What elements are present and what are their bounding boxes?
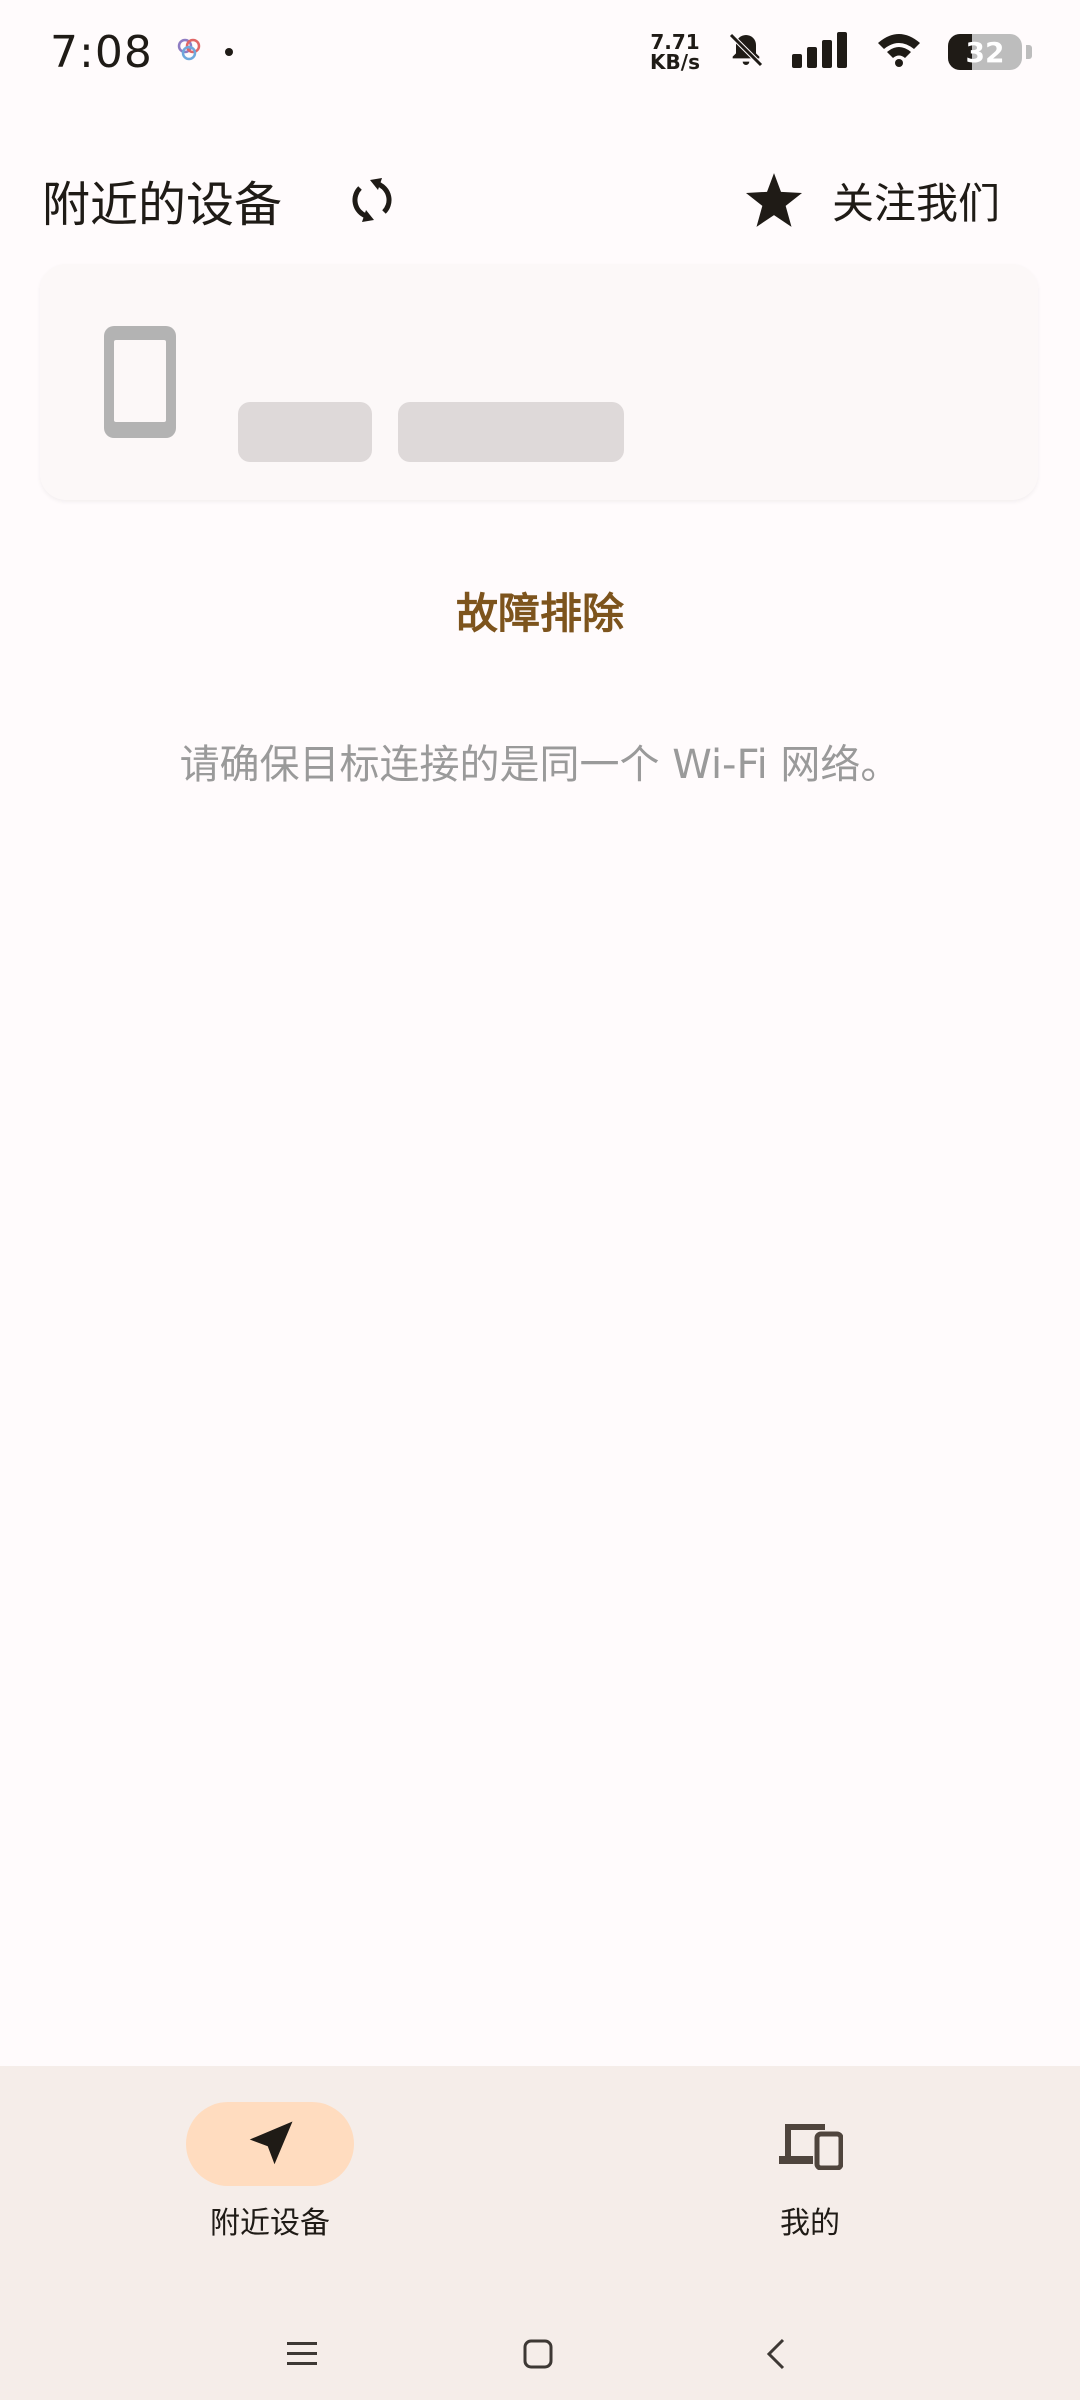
app-notification-icon bbox=[175, 36, 203, 68]
refresh-button[interactable] bbox=[340, 168, 404, 232]
network-speed-value: 7.71 bbox=[650, 30, 700, 54]
page-title: 附近的设备 bbox=[42, 177, 283, 233]
home-button[interactable] bbox=[508, 2334, 568, 2374]
troubleshoot-link[interactable]: 故障排除 bbox=[0, 580, 1080, 641]
bottom-navigation: 附近设备 我的 bbox=[0, 2066, 1080, 2400]
network-speed-unit: KB/s bbox=[650, 50, 700, 74]
battery-indicator: 32 bbox=[948, 34, 1022, 70]
smartphone-icon bbox=[104, 326, 176, 438]
wifi-icon bbox=[876, 32, 922, 72]
status-right: 7.71 KB/s 32 bbox=[650, 30, 1032, 74]
nav-item-mine[interactable]: 我的 bbox=[660, 2102, 960, 2242]
notification-dot bbox=[224, 48, 233, 56]
refresh-icon bbox=[352, 178, 392, 222]
follow-us-button[interactable]: 关注我们 bbox=[745, 170, 1038, 231]
network-speed: 7.71 KB/s bbox=[650, 32, 700, 72]
name-placeholder bbox=[238, 402, 372, 462]
nav-label-mine: 我的 bbox=[780, 2206, 840, 2241]
app-header: 附近的设备 关注我们 bbox=[0, 150, 1080, 250]
back-button[interactable] bbox=[746, 2334, 806, 2374]
star-icon bbox=[745, 173, 802, 227]
detail-placeholder bbox=[398, 402, 624, 462]
signal-icon bbox=[792, 32, 850, 72]
status-left: 7:08 bbox=[50, 27, 233, 78]
follow-us-label: 关注我们 bbox=[831, 178, 1000, 228]
nav-icon-container bbox=[726, 2102, 894, 2186]
menu-icon bbox=[287, 2342, 317, 2365]
header-left: 附近的设备 bbox=[42, 165, 404, 235]
navigation-arrow-icon bbox=[249, 2121, 293, 2165]
devices-icon bbox=[779, 2124, 843, 2170]
nav-item-nearby-devices[interactable]: 附近设备 bbox=[120, 2102, 420, 2242]
wifi-hint-text: 请确保目标连接的是同一个 Wi-Fi 网络。 bbox=[179, 742, 901, 788]
back-chevron-icon bbox=[766, 2338, 785, 2370]
bell-off-icon bbox=[726, 30, 766, 74]
battery-percent: 32 bbox=[965, 35, 1005, 69]
recent-apps-button[interactable] bbox=[272, 2334, 332, 2374]
battery-tip bbox=[1026, 45, 1032, 59]
nav-active-indicator bbox=[186, 2102, 354, 2186]
status-time: 7:08 bbox=[50, 26, 153, 78]
home-square-icon bbox=[523, 2339, 553, 2369]
device-card-placeholder bbox=[40, 264, 1038, 500]
nav-label-nearby-devices: 附近设备 bbox=[210, 2206, 330, 2241]
system-navigation-bar bbox=[0, 2334, 1080, 2374]
status-bar: 7:08 7.71 KB/s 32 bbox=[0, 0, 1080, 104]
